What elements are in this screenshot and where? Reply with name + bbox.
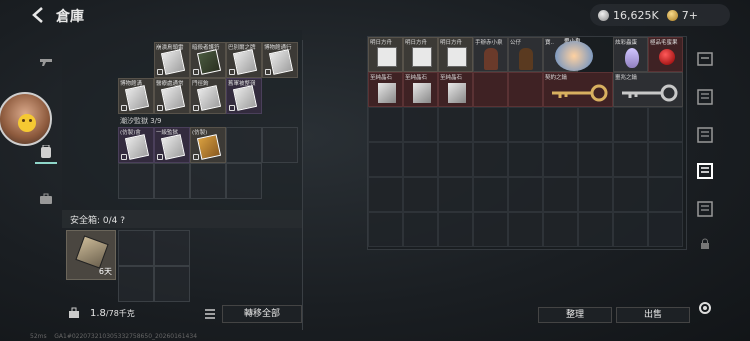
- inventory-item[interactable]: 明日方舟: [403, 37, 438, 72]
- top-bar: 倉庫 16,625K 7+: [0, 0, 750, 30]
- key-item[interactable]: 契約之鑰: [543, 72, 613, 107]
- right-inventory-panel: 明日方舟 明日方舟 明日方舟 手辦赤小泉 公仔 寶.. 愛小泉 炫彩蟲蛋 極品毛…: [367, 36, 687, 250]
- safe-slot[interactable]: [154, 230, 190, 266]
- stash-item[interactable]: 一級監獄: [154, 127, 190, 163]
- safe-slot[interactable]: [154, 266, 190, 302]
- stash-item[interactable]: 博物館溝: [118, 78, 154, 114]
- empty-slot[interactable]: [118, 163, 154, 199]
- inventory-item[interactable]: 至純晶石: [403, 72, 438, 107]
- tab-case[interactable]: [35, 188, 57, 210]
- list-icon[interactable]: [204, 308, 216, 320]
- ping-value: 52ms: [30, 333, 47, 340]
- settings-gear-icon[interactable]: [697, 300, 713, 316]
- key-item[interactable]: 噩兆之鑰: [613, 72, 683, 107]
- empty-slot[interactable]: [190, 163, 226, 199]
- tab-locker-icon[interactable]: [696, 88, 714, 106]
- inventory-item[interactable]: 愛小泉: [555, 37, 598, 72]
- sort-button[interactable]: 整理: [538, 307, 612, 323]
- status-bar: 52ms GA1#02207321030533275865​0_20260161…: [30, 333, 197, 340]
- key-icon: [622, 84, 678, 102]
- lock-icon: [701, 238, 709, 249]
- stash-panel: 崩潰鳥頭雷 暗殺者護符 巴別爾之牌 博物館通行 博物館溝 醫療處通常 門徑鉤 舊…: [62, 30, 302, 210]
- back-arrow-icon[interactable]: [30, 6, 48, 24]
- inventory-item[interactable]: 手辦赤小泉: [473, 37, 508, 72]
- prison-section-label: 潮汐監獄 3/9: [120, 117, 162, 125]
- tab-backpack[interactable]: [35, 142, 57, 164]
- weight-bar: 1.8/78千克 轉移全部: [62, 303, 302, 325]
- inventory-item[interactable]: 至純晶石: [438, 72, 473, 107]
- inventory-item[interactable]: 炫彩蟲蛋: [613, 37, 648, 72]
- tab-stash-icon[interactable]: [696, 50, 714, 68]
- tab-active-locker-icon[interactable]: [696, 162, 714, 180]
- stash-item[interactable]: 醫療處通常: [154, 78, 190, 114]
- stash-item[interactable]: 舊軍被整嶺: [226, 78, 262, 114]
- sell-button[interactable]: 出售: [616, 307, 690, 323]
- tab-weapons[interactable]: [35, 50, 57, 72]
- key-icon: [552, 84, 608, 102]
- safe-box-item[interactable]: 6天: [66, 230, 116, 280]
- right-tab-bar: [692, 40, 718, 250]
- backpack-icon: [41, 145, 51, 158]
- emoji-face-icon: [18, 114, 36, 132]
- weight-value: 1.8/78千克: [90, 308, 135, 319]
- stash-item[interactable]: 門徑鉤: [190, 78, 226, 114]
- safe-box-header: 安全箱: 0/4 ?: [62, 210, 302, 228]
- inventory-item[interactable]: 明日方舟: [368, 37, 403, 72]
- weight-icon: [69, 307, 79, 318]
- inventory-item[interactable]: 極品毛蜜果: [648, 37, 683, 72]
- gold-coin-icon: [666, 9, 678, 21]
- transfer-all-button[interactable]: 轉移全部: [222, 305, 302, 323]
- tab-locker-icon[interactable]: [696, 200, 714, 218]
- stash-item[interactable]: 崩潰鳥頭雷: [154, 42, 190, 78]
- inventory-item[interactable]: 至純晶石: [368, 72, 403, 107]
- empty-slot[interactable]: [226, 163, 262, 199]
- empty-slot[interactable]: [262, 127, 298, 163]
- stash-item[interactable]: (仿製)會: [118, 127, 154, 163]
- scroll-track[interactable]: [302, 40, 303, 330]
- page-title: 倉庫: [56, 9, 84, 25]
- currency-display: 16,625K 7+: [590, 4, 730, 26]
- gun-icon: [40, 59, 52, 66]
- empty-slot[interactable]: [226, 127, 262, 163]
- stash-item[interactable]: 博物館通行: [262, 42, 298, 78]
- stash-item[interactable]: 暗殺者護符: [190, 42, 226, 78]
- empty-slot[interactable]: [154, 163, 190, 199]
- safe-slot[interactable]: [118, 230, 154, 266]
- uid-text: GA1#02207321030533275865​0_20260161434: [54, 333, 198, 340]
- inventory-item[interactable]: [508, 72, 543, 107]
- case-icon: [75, 235, 109, 269]
- silver-amount: 16,625K: [613, 8, 659, 22]
- inventory-item[interactable]: 公仔: [508, 37, 543, 72]
- inventory-item[interactable]: 明日方舟: [438, 37, 473, 72]
- safe-slot[interactable]: [118, 266, 154, 302]
- briefcase-icon: [40, 193, 52, 204]
- stash-item[interactable]: (仿製): [190, 127, 226, 163]
- expiry-days: 6天: [98, 267, 112, 276]
- inventory-item[interactable]: [473, 72, 508, 107]
- tab-locker-icon[interactable]: [696, 126, 714, 144]
- stash-item[interactable]: 巴別爾之牌: [226, 42, 262, 78]
- avatar[interactable]: [0, 92, 52, 146]
- eye-left: [22, 119, 25, 122]
- gold-amount: 7+: [681, 8, 698, 22]
- eye-right: [29, 119, 32, 122]
- silver-coin-icon: [598, 9, 609, 21]
